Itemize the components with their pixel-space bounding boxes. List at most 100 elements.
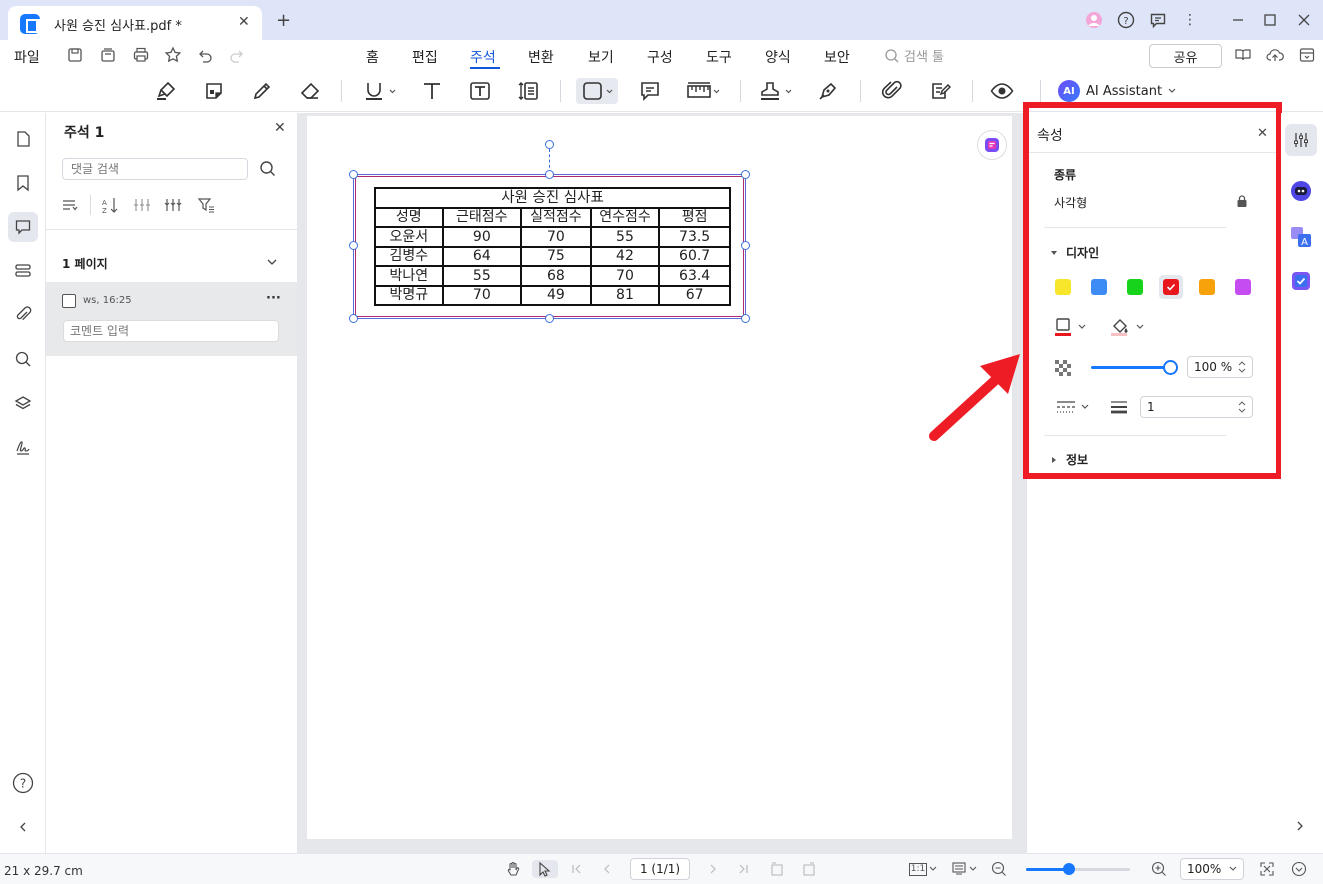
comments-panel-icon[interactable] <box>8 212 38 242</box>
rotate-handle[interactable] <box>545 140 554 149</box>
menu-convert[interactable]: 변환 <box>528 47 554 67</box>
menu-view[interactable]: 보기 <box>588 47 614 67</box>
layers-list-icon[interactable] <box>8 256 38 286</box>
resize-handle-s[interactable] <box>545 314 554 323</box>
menu-security[interactable]: 보안 <box>824 47 850 67</box>
rotate-right-icon[interactable] <box>800 860 818 878</box>
next-page-icon[interactable] <box>706 860 720 878</box>
expand-right-icon[interactable] <box>1294 820 1308 834</box>
cloud-upload-icon[interactable] <box>1266 46 1286 66</box>
resize-handle-ne[interactable] <box>741 170 750 179</box>
new-tab-icon[interactable]: + <box>276 10 291 31</box>
collapse-left-icon[interactable] <box>8 812 38 842</box>
layers-icon[interactable] <box>8 388 38 418</box>
sort-list-icon[interactable] <box>61 196 79 214</box>
translate-icon[interactable]: A <box>1290 226 1312 248</box>
maximize-icon[interactable] <box>1260 10 1280 30</box>
sticky-note-icon[interactable] <box>200 78 228 104</box>
bookmark-icon[interactable] <box>8 168 38 198</box>
zoom-out-icon[interactable] <box>990 860 1008 878</box>
rotate-left-icon[interactable] <box>768 860 786 878</box>
feedback-icon[interactable] <box>1148 10 1168 30</box>
signature-icon[interactable] <box>8 432 38 462</box>
window-close-icon[interactable] <box>1294 10 1314 30</box>
menu-tools[interactable]: 도구 <box>706 47 732 67</box>
comment-more-icon[interactable]: ··· <box>266 291 281 306</box>
close-icon[interactable]: ✕ <box>274 120 286 136</box>
panel-toggle-icon[interactable] <box>1298 46 1318 66</box>
collapse-all-icon[interactable] <box>164 196 182 214</box>
form-edit-icon[interactable] <box>926 78 954 104</box>
measure-tool[interactable] <box>684 78 724 104</box>
zoom-in-icon[interactable] <box>1150 860 1168 878</box>
save-icon[interactable] <box>66 46 86 66</box>
select-tool-icon[interactable] <box>532 860 558 878</box>
resize-handle-se[interactable] <box>741 314 750 323</box>
undo-icon[interactable] <box>196 46 216 66</box>
comment-checkbox[interactable] <box>62 294 76 308</box>
resize-handle-w[interactable] <box>349 241 358 250</box>
comment-input[interactable] <box>63 320 279 342</box>
stamp-tool[interactable] <box>756 78 796 104</box>
comment-search-input[interactable] <box>62 158 248 180</box>
help-icon[interactable]: ? <box>1116 10 1136 30</box>
menu-comment[interactable]: 주석 <box>470 47 496 67</box>
eye-icon[interactable] <box>988 78 1016 104</box>
filter-icon[interactable] <box>197 196 215 214</box>
last-page-icon[interactable] <box>736 860 750 878</box>
scroll-down-icon[interactable] <box>1290 860 1308 878</box>
text-box-icon[interactable] <box>466 78 494 104</box>
print-icon[interactable] <box>132 46 152 66</box>
signature-pen-icon[interactable] <box>814 78 842 104</box>
star-icon[interactable] <box>164 46 184 66</box>
expand-all-icon[interactable] <box>133 196 151 214</box>
eraser-icon[interactable] <box>296 78 324 104</box>
zoom-slider-handle[interactable] <box>1063 863 1075 875</box>
menu-home[interactable]: 홈 <box>366 47 379 67</box>
text-tool-icon[interactable] <box>418 78 446 104</box>
menu-forms[interactable]: 양식 <box>765 47 791 67</box>
document-tab[interactable]: 사원 승진 심사표.pdf * ✕ <box>8 6 262 40</box>
help-circle-icon[interactable]: ? <box>8 768 38 798</box>
pencil-icon[interactable] <box>248 78 276 104</box>
first-page-icon[interactable] <box>570 860 584 878</box>
read-mode-icon[interactable] <box>1234 46 1254 66</box>
selection-box[interactable] <box>353 174 746 319</box>
ai-bot-icon[interactable] <box>1290 180 1312 202</box>
menu-edit[interactable]: 편집 <box>412 47 438 67</box>
task-check-icon[interactable] <box>1290 270 1312 292</box>
properties-sliders-icon[interactable] <box>1285 124 1317 156</box>
resize-handle-nw[interactable] <box>349 170 358 179</box>
page-thumbnail-icon[interactable] <box>8 124 38 154</box>
underline-tool[interactable] <box>360 78 400 104</box>
page-display-button[interactable] <box>950 860 978 878</box>
minimize-icon[interactable] <box>1228 10 1248 30</box>
save-as-icon[interactable] <box>99 46 119 66</box>
resize-handle-n[interactable] <box>545 170 554 179</box>
resize-handle-sw[interactable] <box>349 314 358 323</box>
callout-icon[interactable] <box>514 78 542 104</box>
search-tool[interactable]: 검색 툴 <box>884 46 944 65</box>
highlight-icon[interactable] <box>152 78 180 104</box>
file-menu[interactable]: 파일 <box>14 47 40 67</box>
hand-tool-icon[interactable] <box>504 860 522 878</box>
avatar-icon[interactable] <box>1084 10 1104 30</box>
redo-icon[interactable] <box>228 46 248 66</box>
more-menu-icon[interactable]: ⋮ <box>1180 10 1200 30</box>
attachments-icon[interactable] <box>8 300 38 330</box>
sort-az-icon[interactable]: AZ <box>101 196 119 214</box>
share-button[interactable]: 공유 <box>1149 44 1222 68</box>
tab-close-icon[interactable]: ✕ <box>238 14 250 30</box>
prev-page-icon[interactable] <box>600 860 614 878</box>
shape-tool[interactable] <box>576 78 618 104</box>
search-panel-icon[interactable] <box>8 344 38 374</box>
chevron-down-icon[interactable] <box>266 256 280 270</box>
zoom-select[interactable]: 100% <box>1180 858 1244 880</box>
ai-assistant-button[interactable]: AI AI Assistant <box>1058 79 1176 103</box>
search-icon[interactable] <box>259 160 279 180</box>
menu-organize[interactable]: 구성 <box>647 47 673 67</box>
ai-floating-icon[interactable] <box>977 130 1007 160</box>
comment-box-icon[interactable] <box>636 78 664 104</box>
page-number-input[interactable]: 1 (1/1) <box>630 858 690 880</box>
comment-item[interactable] <box>46 282 297 356</box>
